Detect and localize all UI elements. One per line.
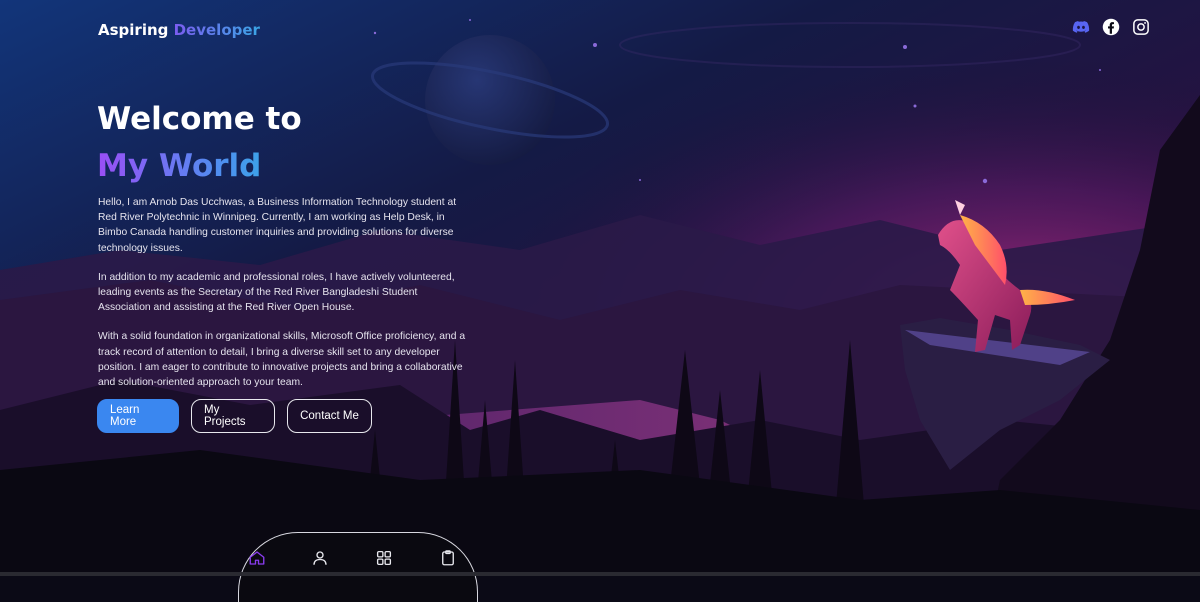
contact-me-button[interactable]: Contact Me — [287, 399, 372, 433]
bio-paragraph: In addition to my academic and professio… — [98, 271, 455, 314]
grid-icon[interactable] — [375, 549, 393, 567]
page-bottom-border — [0, 572, 1200, 576]
bio-paragraph: Hello, I am Arnob Das Ucchwas, a Busines… — [98, 197, 457, 254]
site-brand[interactable]: Aspiring Developer — [98, 21, 260, 39]
hero-title: Welcome to My World — [97, 96, 302, 190]
brand-name: Aspiring — [98, 21, 169, 39]
home-icon[interactable] — [248, 549, 266, 567]
my-projects-button[interactable]: My Projects — [191, 399, 275, 433]
social-links — [1072, 18, 1150, 36]
discord-icon[interactable] — [1072, 18, 1090, 36]
hero-actions: Learn More My Projects Contact Me — [97, 399, 372, 433]
hero-title-line1: Welcome to — [97, 101, 302, 137]
bio-paragraph: With a solid foundation in organizationa… — [98, 331, 466, 389]
brand-accent: Developer — [173, 21, 260, 39]
bottom-nav — [238, 532, 478, 602]
instagram-icon[interactable] — [1132, 18, 1150, 36]
facebook-icon[interactable] — [1102, 18, 1120, 36]
bio-text: Hello, I am Arnob Das Ucchwas, a Busines… — [98, 195, 470, 404]
hero-title-line2: My World — [97, 143, 302, 190]
learn-more-button[interactable]: Learn More — [97, 399, 179, 433]
user-icon[interactable] — [311, 549, 329, 567]
clipboard-icon[interactable] — [439, 549, 457, 567]
